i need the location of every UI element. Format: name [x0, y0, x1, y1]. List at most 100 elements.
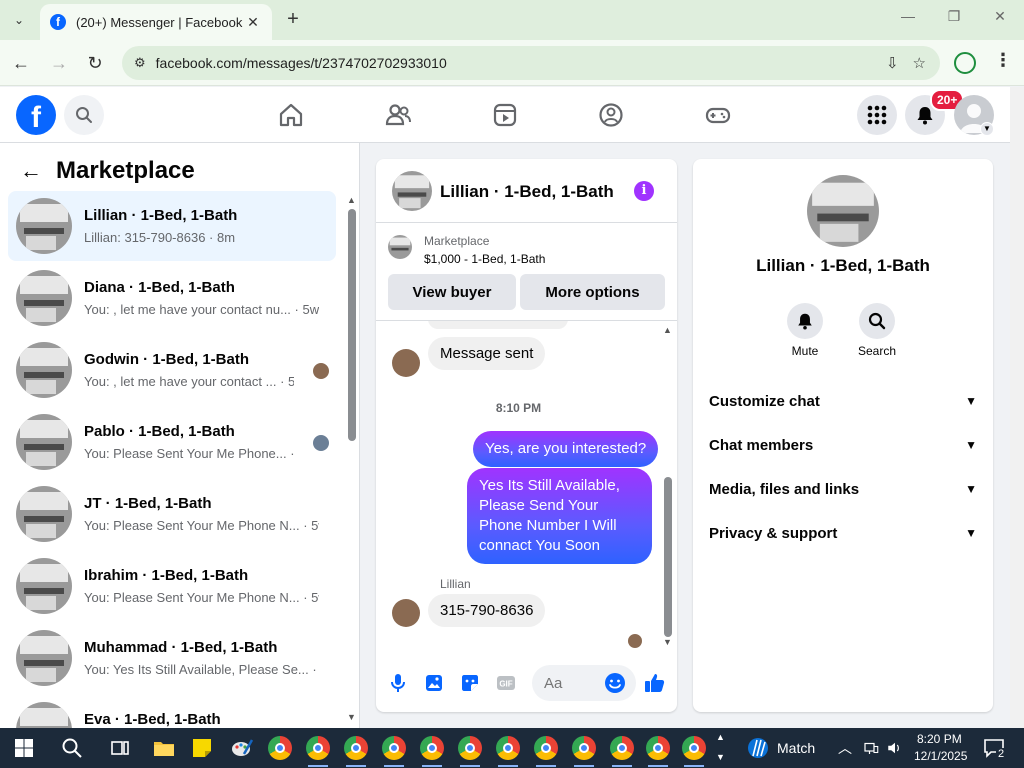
new-tab-plus-icon[interactable]: +	[282, 8, 304, 32]
sender-avatar	[392, 599, 420, 627]
conversation-item-ibrahim[interactable]: Ibrahim · 1-Bed, 1-Bath You: Please Sent…	[8, 551, 336, 621]
omnibox[interactable]: ⚙ facebook.com/messages/t/23747027029330…	[122, 46, 940, 80]
conversation-item-lillian[interactable]: Lillian · 1-Bed, 1-Bath Lillian: 315-790…	[8, 191, 336, 261]
back-icon[interactable]: ←	[10, 52, 32, 74]
scroll-down-arrow-icon[interactable]: ▼	[347, 712, 356, 722]
gaming-controller-icon[interactable]	[704, 101, 732, 129]
match-widget-label[interactable]: Match	[777, 740, 815, 756]
taskbar-search-icon[interactable]	[60, 736, 84, 760]
tab-title: (20+) Messenger | Facebook	[76, 14, 243, 30]
restore-icon[interactable]: ❐	[942, 8, 966, 25]
chat-scroll-up-arrow-icon[interactable]: ▲	[663, 325, 672, 335]
chrome-icon[interactable]	[458, 736, 482, 767]
conversation-item-diana[interactable]: Diana · 1-Bed, 1-Bath You: , let me have…	[8, 263, 336, 333]
sticky-notes-icon[interactable]	[190, 736, 214, 760]
account-chevron-down-icon[interactable]: ▼	[980, 122, 994, 136]
chat-header: Lillian · 1-Bed, 1-Bath i	[376, 159, 677, 223]
conversation-item-pablo[interactable]: Pablo · 1-Bed, 1-Bath You: Please Sent Y…	[8, 407, 336, 477]
reload-icon[interactable]: ↻	[84, 52, 106, 74]
menu-grid-icon[interactable]	[857, 95, 897, 135]
chrome-icon[interactable]	[420, 736, 444, 767]
minimize-icon[interactable]: —	[896, 8, 920, 24]
browser-menu-icon[interactable]: ⋮	[994, 50, 1012, 71]
media-files-links-row[interactable]: Media, files and links ▼	[709, 471, 977, 507]
microphone-icon[interactable]	[386, 671, 410, 695]
conversation-item-muhammad[interactable]: Muhammad · 1-Bed, 1-Bath You: Yes Its St…	[8, 623, 336, 693]
listing-price-title[interactable]: $1,000 - 1-Bed, 1-Bath	[424, 252, 545, 266]
taskbar-overflow-down-icon[interactable]: ▼	[716, 752, 725, 762]
back-arrow-icon[interactable]: ←	[20, 158, 42, 184]
site-info-icon[interactable]: ⚙	[134, 55, 146, 71]
chrome-icon[interactable]	[268, 736, 292, 760]
file-explorer-icon[interactable]	[152, 736, 176, 760]
list-scrollbar-thumb[interactable]	[348, 209, 356, 441]
message-bubble-outgoing: Yes, are you interested?	[473, 431, 659, 467]
privacy-support-row[interactable]: Privacy & support ▼	[709, 515, 977, 551]
clock-time[interactable]: 8:20 PM	[917, 732, 962, 746]
url-text[interactable]: facebook.com/messages/t/2374702702933010	[156, 55, 886, 71]
groups-icon[interactable]	[597, 101, 625, 129]
listing-thumbnail	[16, 702, 72, 728]
mute-bell-icon[interactable]	[787, 303, 823, 339]
conversation-item-jt[interactable]: JT · 1-Bed, 1-Bath You: Please Sent Your…	[8, 479, 336, 549]
chrome-icon[interactable]	[306, 736, 330, 767]
view-buyer-button[interactable]: View buyer	[388, 274, 516, 310]
listing-thumbnail	[16, 630, 72, 686]
thumbs-up-like-icon[interactable]	[643, 671, 667, 695]
reels-video-icon[interactable]	[491, 101, 519, 129]
chrome-icon[interactable]	[496, 736, 520, 767]
install-app-icon[interactable]: ⇩	[886, 54, 899, 72]
notification-count: 2	[996, 748, 1007, 760]
gif-icon[interactable]: GIF	[494, 671, 518, 695]
chat-scrollbar-thumb[interactable]	[664, 477, 672, 637]
window-close-icon[interactable]: ✕	[988, 8, 1012, 25]
chrome-icon[interactable]	[344, 736, 368, 767]
cricket-match-widget-icon[interactable]	[746, 736, 770, 760]
facebook-search-icon[interactable]	[64, 95, 104, 135]
friends-icon[interactable]	[384, 101, 412, 129]
more-options-button[interactable]: More options	[520, 274, 665, 310]
chrome-icon[interactable]	[682, 736, 706, 767]
facebook-logo-icon[interactable]: f	[16, 95, 56, 135]
customize-chat-row[interactable]: Customize chat ▼	[709, 383, 977, 419]
paint-app-icon[interactable]	[230, 736, 254, 760]
tab-close-icon[interactable]: ✕	[244, 14, 262, 31]
system-tray-chevron-up-icon[interactable]: ︿	[838, 738, 852, 758]
photo-gallery-icon[interactable]	[422, 671, 446, 695]
mute-button[interactable]: Mute	[775, 303, 835, 358]
bookmark-star-icon[interactable]: ☆	[913, 54, 926, 72]
speaker-icon[interactable]	[886, 736, 904, 760]
chat-title[interactable]: Lillian · 1-Bed, 1-Bath	[440, 182, 614, 202]
chrome-icon[interactable]	[646, 736, 670, 767]
browser-profile-icon[interactable]	[954, 52, 976, 74]
chat-members-row[interactable]: Chat members ▼	[709, 427, 977, 463]
chat-panel: Lillian · 1-Bed, 1-Bath i Marketplace $1…	[376, 159, 677, 712]
tab-search-chevron-icon[interactable]: ⌄	[6, 8, 32, 32]
chat-listing-thumbnail[interactable]	[392, 171, 432, 211]
row-label: Customize chat	[709, 392, 820, 410]
conversation-item-eva[interactable]: Eva · 1-Bed, 1-Bath	[8, 695, 336, 728]
forward-icon[interactable]: →	[48, 52, 70, 74]
browser-tab[interactable]: f (20+) Messenger | Facebook ✕	[40, 4, 272, 40]
sticker-icon[interactable]	[458, 671, 482, 695]
emoji-icon[interactable]	[603, 671, 627, 695]
conversation-item-godwin[interactable]: Godwin · 1-Bed, 1-Bath You: , let me hav…	[8, 335, 336, 405]
windows-start-icon[interactable]	[12, 736, 36, 760]
chrome-icon[interactable]	[382, 736, 406, 767]
clock-date[interactable]: 12/1/2025	[914, 749, 967, 763]
home-icon[interactable]	[277, 101, 305, 129]
chrome-icon[interactable]	[534, 736, 558, 767]
chat-scroll-down-arrow-icon[interactable]: ▼	[663, 637, 672, 647]
chrome-icon[interactable]	[572, 736, 596, 767]
page-scrollbar[interactable]	[1010, 87, 1024, 728]
conversation-preview: You: Please Sent Your Me Phone N... · 5w	[84, 590, 319, 605]
search-in-chat-button[interactable]: Search	[847, 303, 907, 358]
chrome-icon[interactable]	[610, 736, 634, 767]
info-icon[interactable]: i	[634, 181, 654, 201]
message-bubble-incoming: 315-790-8636	[428, 594, 546, 627]
search-icon[interactable]	[859, 303, 895, 339]
network-icon[interactable]	[862, 736, 880, 760]
taskbar-overflow-up-icon[interactable]: ▲	[716, 732, 725, 742]
task-view-icon[interactable]	[108, 736, 132, 760]
scroll-up-arrow-icon[interactable]: ▲	[347, 195, 356, 205]
